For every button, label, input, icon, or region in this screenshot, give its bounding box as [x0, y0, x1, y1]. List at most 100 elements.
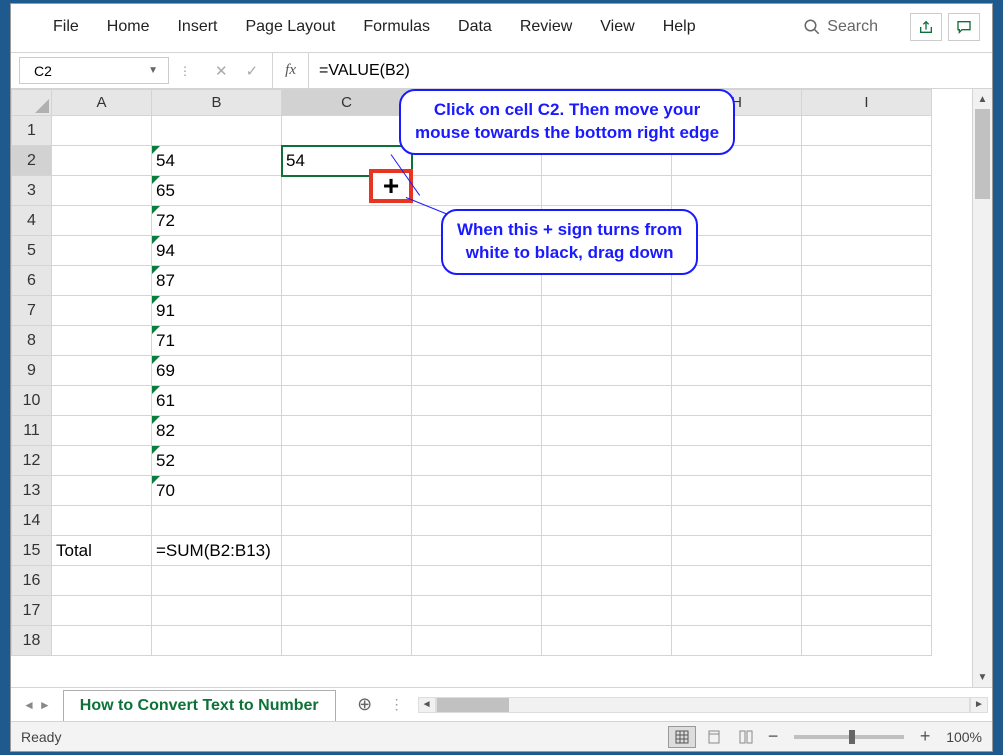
- cell-B7[interactable]: 91: [152, 296, 282, 326]
- cell-E16[interactable]: [542, 566, 672, 596]
- column-header-I[interactable]: I: [802, 90, 932, 116]
- cell-I5[interactable]: [802, 236, 932, 266]
- row-header-4[interactable]: 4: [12, 206, 52, 236]
- cell-C17[interactable]: [282, 596, 412, 626]
- hscroll-thumb[interactable]: [437, 698, 509, 712]
- zoom-in-button[interactable]: +: [916, 726, 934, 747]
- cell-C8[interactable]: [282, 326, 412, 356]
- enter-formula-icon[interactable]: ✓: [246, 62, 259, 80]
- tab-insert[interactable]: Insert: [163, 12, 231, 42]
- cell-A5[interactable]: [52, 236, 152, 266]
- zoom-level[interactable]: 100%: [946, 729, 982, 745]
- column-header-C[interactable]: C: [282, 90, 412, 116]
- view-normal-button[interactable]: [668, 726, 696, 748]
- cell-B12[interactable]: 52: [152, 446, 282, 476]
- tab-help[interactable]: Help: [649, 12, 710, 42]
- cell-I17[interactable]: [802, 596, 932, 626]
- cell-H9[interactable]: [672, 356, 802, 386]
- add-sheet-button[interactable]: ⊕: [350, 690, 380, 720]
- row-header-10[interactable]: 10: [12, 386, 52, 416]
- cell-A6[interactable]: [52, 266, 152, 296]
- cell-I14[interactable]: [802, 506, 932, 536]
- cell-C10[interactable]: [282, 386, 412, 416]
- cell-A12[interactable]: [52, 446, 152, 476]
- row-header-5[interactable]: 5: [12, 236, 52, 266]
- tab-review[interactable]: Review: [506, 12, 586, 42]
- cell-I12[interactable]: [802, 446, 932, 476]
- column-header-A[interactable]: A: [52, 90, 152, 116]
- cell-E14[interactable]: [542, 506, 672, 536]
- cell-I4[interactable]: [802, 206, 932, 236]
- cell-C7[interactable]: [282, 296, 412, 326]
- cell-I6[interactable]: [802, 266, 932, 296]
- cell-B9[interactable]: 69: [152, 356, 282, 386]
- cell-D17[interactable]: [412, 596, 542, 626]
- cell-I10[interactable]: [802, 386, 932, 416]
- zoom-out-button[interactable]: −: [764, 726, 782, 747]
- row-header-2[interactable]: 2: [12, 146, 52, 176]
- cell-D9[interactable]: [412, 356, 542, 386]
- cell-E12[interactable]: [542, 446, 672, 476]
- cell-H17[interactable]: [672, 596, 802, 626]
- tab-home[interactable]: Home: [93, 12, 164, 42]
- tab-data[interactable]: Data: [444, 12, 506, 42]
- tab-formulas[interactable]: Formulas: [349, 12, 444, 42]
- tab-options[interactable]: ⋮: [380, 696, 414, 713]
- cell-B13[interactable]: 70: [152, 476, 282, 506]
- row-header-16[interactable]: 16: [12, 566, 52, 596]
- row-header-7[interactable]: 7: [12, 296, 52, 326]
- row-header-13[interactable]: 13: [12, 476, 52, 506]
- formula-input[interactable]: [309, 53, 992, 88]
- cell-A17[interactable]: [52, 596, 152, 626]
- scroll-up-icon[interactable]: ▲: [973, 89, 992, 109]
- cell-D13[interactable]: [412, 476, 542, 506]
- cell-E7[interactable]: [542, 296, 672, 326]
- cell-I1[interactable]: [802, 116, 932, 146]
- cell-C6[interactable]: [282, 266, 412, 296]
- cell-I18[interactable]: [802, 626, 932, 656]
- cell-I13[interactable]: [802, 476, 932, 506]
- row-header-11[interactable]: 11: [12, 416, 52, 446]
- cell-H3[interactable]: [672, 176, 802, 206]
- cell-C12[interactable]: [282, 446, 412, 476]
- cell-C14[interactable]: [282, 506, 412, 536]
- tab-nav-prev-icon[interactable]: ◄: [23, 698, 35, 712]
- cell-E11[interactable]: [542, 416, 672, 446]
- cell-B16[interactable]: [152, 566, 282, 596]
- cell-I16[interactable]: [802, 566, 932, 596]
- zoom-slider-thumb[interactable]: [849, 730, 855, 744]
- view-page-layout-button[interactable]: [700, 726, 728, 748]
- row-header-9[interactable]: 9: [12, 356, 52, 386]
- cell-A8[interactable]: [52, 326, 152, 356]
- cell-A7[interactable]: [52, 296, 152, 326]
- fx-label[interactable]: fx: [273, 53, 309, 88]
- cell-H7[interactable]: [672, 296, 802, 326]
- row-header-8[interactable]: 8: [12, 326, 52, 356]
- row-header-17[interactable]: 17: [12, 596, 52, 626]
- share-button[interactable]: [910, 13, 942, 41]
- cell-I7[interactable]: [802, 296, 932, 326]
- sheet-tab-active[interactable]: How to Convert Text to Number: [63, 690, 336, 721]
- view-page-break-button[interactable]: [732, 726, 760, 748]
- row-header-3[interactable]: 3: [12, 176, 52, 206]
- tab-nav[interactable]: ◄ ►: [11, 698, 63, 712]
- cell-H10[interactable]: [672, 386, 802, 416]
- scroll-left-icon[interactable]: ◄: [418, 697, 436, 713]
- cell-C13[interactable]: [282, 476, 412, 506]
- cell-E10[interactable]: [542, 386, 672, 416]
- cell-I11[interactable]: [802, 416, 932, 446]
- cancel-formula-icon[interactable]: ✕: [215, 62, 228, 80]
- cell-A11[interactable]: [52, 416, 152, 446]
- cell-B4[interactable]: 72: [152, 206, 282, 236]
- tab-page-layout[interactable]: Page Layout: [231, 12, 349, 42]
- cell-E9[interactable]: [542, 356, 672, 386]
- cell-H11[interactable]: [672, 416, 802, 446]
- cell-A4[interactable]: [52, 206, 152, 236]
- cell-A14[interactable]: [52, 506, 152, 536]
- row-header-18[interactable]: 18: [12, 626, 52, 656]
- cell-C15[interactable]: [282, 536, 412, 566]
- cell-C9[interactable]: [282, 356, 412, 386]
- cell-C4[interactable]: [282, 206, 412, 236]
- cell-A13[interactable]: [52, 476, 152, 506]
- comments-button[interactable]: [948, 13, 980, 41]
